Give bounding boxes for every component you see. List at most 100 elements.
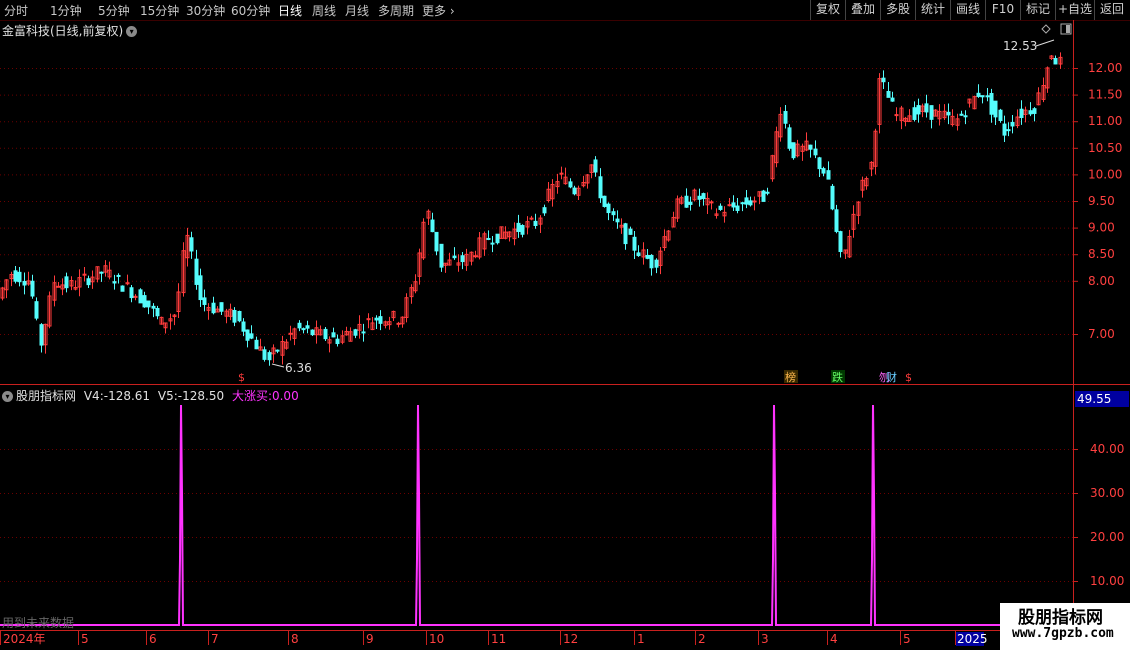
candle-body	[353, 329, 358, 336]
candle-body	[120, 285, 125, 292]
candle-body	[396, 322, 401, 325]
indicator-current-value: 49.55	[1075, 391, 1129, 407]
date-label: 5	[81, 632, 89, 646]
candle-body	[151, 305, 156, 309]
price-tick-label: 11.50	[1088, 88, 1122, 102]
candle-body	[881, 77, 886, 83]
indicator-grid	[0, 449, 1073, 582]
date-label: 2025	[957, 632, 988, 646]
price-tick-label: 8.00	[1088, 274, 1115, 288]
high-price-label: 12.53	[1003, 39, 1037, 53]
candle-body	[378, 316, 383, 324]
candle-body	[473, 255, 478, 258]
chevron-down-icon[interactable]: ▾	[2, 391, 13, 402]
dollar-marker-1[interactable]: $	[238, 371, 245, 384]
candle-body	[460, 255, 465, 263]
candle-body	[821, 168, 826, 174]
candle-body	[374, 317, 379, 321]
candle-body	[912, 107, 917, 120]
candle-body	[834, 209, 839, 232]
candle-body	[129, 287, 134, 299]
price-tick-label: 7.00	[1088, 327, 1115, 341]
candle-body	[112, 281, 117, 284]
candle-body	[297, 322, 302, 329]
candle-body	[116, 274, 121, 277]
window-toggle-fill	[1066, 25, 1070, 33]
main-chart-title[interactable]: 金富科技(日线,前复权) ▾	[2, 22, 138, 39]
indicator-tick-label: 10.00	[1090, 574, 1124, 588]
candle-body	[34, 301, 39, 319]
candle-body	[516, 222, 521, 232]
price-axis-ticks: 12.00 11.50 11.00 10.50 10.00 9.50 9.00 8.50 8.0…	[1073, 61, 1122, 341]
candle-body	[490, 242, 495, 245]
candle-body	[606, 203, 611, 214]
date-label: 10	[429, 632, 444, 646]
cai-marker[interactable]: 财	[886, 370, 897, 384]
candle-body	[138, 289, 143, 304]
candle-body	[963, 115, 968, 118]
candle-body	[237, 310, 242, 322]
candle-body	[275, 349, 280, 352]
candle-body	[830, 185, 835, 210]
candle-body	[323, 328, 328, 340]
candle-body	[615, 218, 620, 223]
stock-title: 金富科技(日线,前复权)	[2, 24, 124, 38]
buy-value: 0.00	[271, 389, 299, 403]
indicator-title: ▾ 股朋指标网 V4:-128.61 V5:-128.50 大涨买:0.00	[2, 387, 299, 404]
future-data-note: 用到未来数据	[2, 616, 75, 630]
candle-body	[1019, 108, 1024, 119]
candle-body	[56, 285, 61, 288]
die-marker[interactable]: 跌	[832, 370, 843, 384]
candle-body	[959, 113, 964, 116]
candle-body	[748, 200, 753, 206]
price-tick-label: 9.50	[1088, 194, 1115, 208]
price-tick-label: 10.00	[1088, 167, 1122, 181]
candle-body	[254, 339, 259, 350]
candle-body	[916, 105, 921, 115]
date-label: 7	[211, 632, 219, 646]
bang-marker[interactable]: 榜	[785, 370, 796, 384]
candle-body	[817, 157, 822, 170]
diamond-icon[interactable]	[1041, 24, 1051, 34]
candle-body	[542, 207, 547, 214]
price-tick-label: 12.00	[1088, 61, 1122, 75]
candle-body	[740, 202, 745, 205]
candle-body	[1002, 123, 1007, 136]
candle-body	[366, 318, 371, 321]
candle-body	[486, 237, 491, 240]
candle-body	[701, 193, 706, 200]
candle-body	[697, 195, 702, 200]
candle-body	[735, 205, 740, 211]
low-price-label: 6.36	[285, 361, 312, 375]
candle-body	[529, 217, 534, 220]
candle-body	[628, 228, 633, 235]
candle-body	[709, 201, 714, 204]
candle-body	[331, 332, 336, 338]
candle-body	[434, 231, 439, 252]
candle-body	[267, 352, 272, 361]
candle-body	[305, 325, 310, 329]
candle-body	[99, 271, 104, 274]
candle-body	[623, 223, 628, 245]
price-tick-label: 8.50	[1088, 247, 1115, 261]
candle-body	[826, 170, 831, 180]
candle-body	[310, 329, 315, 336]
candle-body	[718, 205, 723, 210]
dollar-marker-2[interactable]: $	[905, 371, 912, 384]
v4-value: -128.61	[103, 389, 151, 403]
candle-body	[142, 295, 147, 308]
candle-body	[245, 329, 250, 341]
candle-body	[17, 271, 22, 283]
chevron-down-icon[interactable]: ▾	[126, 26, 138, 37]
candle-body	[598, 176, 603, 199]
main-grid	[0, 68, 1073, 335]
candle-body	[593, 159, 598, 173]
candle-body	[787, 127, 792, 149]
indicator-name[interactable]: 股朋指标网	[16, 389, 76, 403]
candle-body	[1028, 110, 1033, 115]
candle-body	[568, 181, 573, 188]
date-label: 2024年	[3, 632, 46, 646]
price-tick-label: 11.00	[1088, 114, 1122, 128]
indicator-line	[0, 404, 1073, 626]
watermark-url: www.7gpzb.com	[1012, 626, 1114, 641]
